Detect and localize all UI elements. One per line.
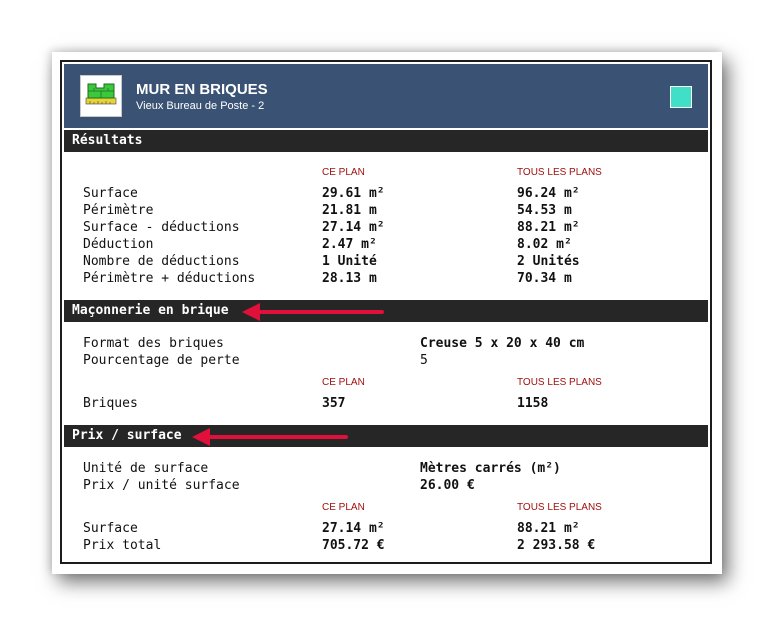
unit-price-value: 26.00 € <box>420 478 475 493</box>
bricks-all-value: 1158 <box>517 396 549 411</box>
waste-percent-value: 5 <box>420 353 428 368</box>
section-resultats-header: Résultats <box>64 130 708 152</box>
report-panel: MUR EN BRIQUES Vieux Bureau de Poste - 2… <box>60 60 712 564</box>
result-all-value: 54.53 m <box>517 203 572 218</box>
waste-percent-label: Pourcentage de perte <box>83 353 240 368</box>
price-surface-all-value: 88.21 m² <box>517 521 580 536</box>
result-all-value: 2 Unités <box>517 254 580 269</box>
bricks-label: Briques <box>83 396 138 411</box>
column-header-all: TOUS LES PLANS <box>517 502 602 513</box>
result-all-value: 70.34 m <box>517 271 572 286</box>
result-plan-value: 2.47 m² <box>322 237 377 252</box>
total-price-all-value: 2 293.58 € <box>517 538 596 553</box>
price-surface-plan-value: 27.14 m² <box>322 521 385 536</box>
section-prix-header: Prix / surface <box>64 425 708 447</box>
column-header-plan: CE PLAN <box>322 167 365 178</box>
brick-format-label: Format des briques <box>83 336 224 351</box>
section-maconnerie-header: Maçonnerie en brique <box>64 300 708 322</box>
result-plan-value: 21.81 m <box>322 203 377 218</box>
result-label: Périmètre <box>83 203 154 218</box>
red-arrow-icon <box>242 303 384 321</box>
red-arrow-icon <box>192 428 348 446</box>
result-label: Surface - déductions <box>83 220 240 235</box>
result-all-value: 88.21 m² <box>517 220 580 235</box>
result-all-value: 96.24 m² <box>517 186 580 201</box>
result-label: Surface <box>83 186 138 201</box>
unit-price-label: Prix / unité surface <box>83 478 240 493</box>
price-surface-label: Surface <box>83 521 138 536</box>
color-swatch[interactable] <box>670 86 692 108</box>
report-header: MUR EN BRIQUES Vieux Bureau de Poste - 2 <box>64 64 708 128</box>
result-label: Périmètre + déductions <box>83 271 256 286</box>
total-price-plan-value: 705.72 € <box>322 538 385 553</box>
brick-format-value: Creuse 5 x 20 x 40 cm <box>420 336 585 351</box>
surface-unit-label: Unité de surface <box>83 461 209 476</box>
result-plan-value: 29.61 m² <box>322 186 385 201</box>
column-header-all: TOUS LES PLANS <box>517 377 602 388</box>
column-header-all: TOUS LES PLANS <box>517 167 602 178</box>
project-subtitle: Vieux Bureau de Poste - 2 <box>136 100 265 112</box>
column-header-plan: CE PLAN <box>322 502 365 513</box>
surface-unit-value: Mètres carrés (m²) <box>420 461 561 476</box>
wall-title: MUR EN BRIQUES <box>136 81 268 98</box>
result-label: Déduction <box>83 237 154 252</box>
result-plan-value: 1 Unité <box>322 254 377 269</box>
result-all-value: 8.02 m² <box>517 237 572 252</box>
bricks-plan-value: 357 <box>322 396 346 411</box>
result-label: Nombre de déductions <box>83 254 240 269</box>
result-plan-value: 27.14 m² <box>322 220 385 235</box>
result-plan-value: 28.13 m <box>322 271 377 286</box>
column-header-plan: CE PLAN <box>322 377 365 388</box>
total-price-label: Prix total <box>83 538 162 553</box>
brick-wall-icon <box>80 75 122 117</box>
